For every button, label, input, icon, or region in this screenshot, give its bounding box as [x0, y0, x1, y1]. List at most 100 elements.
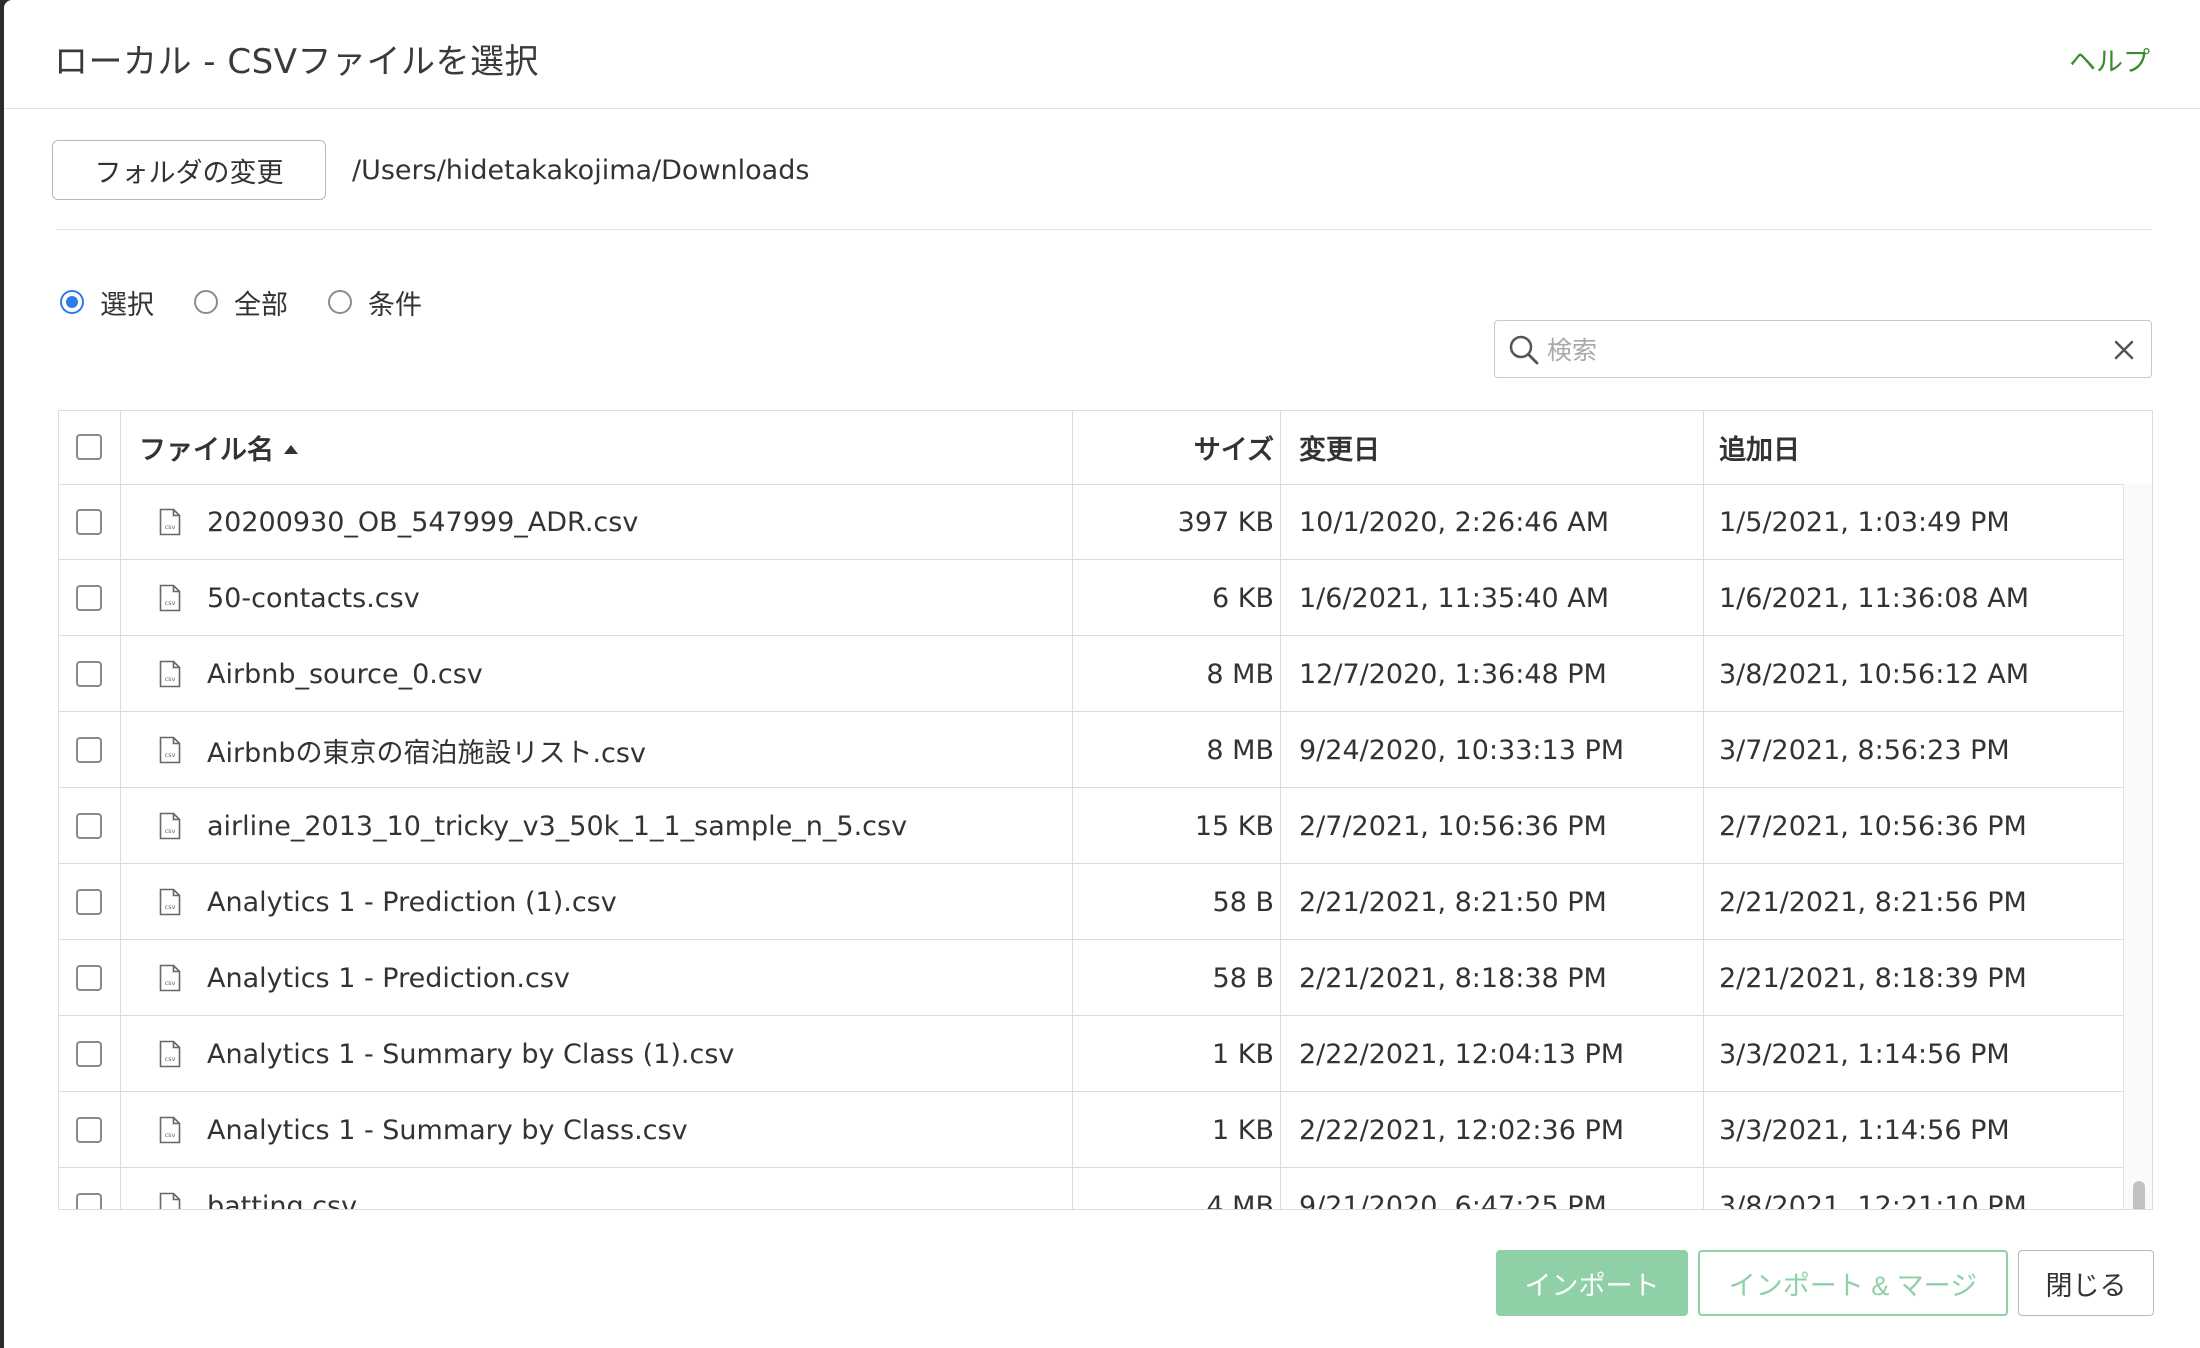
row-checkbox-cell: [76, 484, 116, 560]
svg-text:csv: csv: [165, 675, 176, 683]
radio-option-all[interactable]: 全部: [194, 283, 288, 322]
search-icon: [1509, 335, 1539, 365]
row-checkbox[interactable]: [76, 509, 102, 535]
table-row[interactable]: csv Analytics 1 - Summary by Class.csv 1…: [59, 1092, 2123, 1168]
radio-label: 選択: [100, 289, 154, 321]
table-row[interactable]: csv batting.csv 4 MB 9/21/2020, 6:47:25 …: [59, 1168, 2123, 1210]
import-button[interactable]: インポート: [1496, 1250, 1688, 1316]
table-row[interactable]: csv Analytics 1 - Prediction (1).csv 58 …: [59, 864, 2123, 940]
modified-date: 1/6/2021, 11:35:40 AM: [1299, 582, 1610, 614]
file-size: 1 KB: [1212, 1114, 1274, 1146]
row-checkbox[interactable]: [76, 661, 102, 687]
csv-file-icon: csv: [159, 964, 181, 992]
file-name: Analytics 1 - Summary by Class (1).csv: [207, 1038, 735, 1070]
radio-label: 条件: [368, 289, 422, 321]
table-row[interactable]: csv Analytics 1 - Summary by Class (1).c…: [59, 1016, 2123, 1092]
table-row[interactable]: csv airline_2013_10_tricky_v3_50k_1_1_sa…: [59, 788, 2123, 864]
file-name: Analytics 1 - Summary by Class.csv: [207, 1114, 688, 1146]
svg-text:csv: csv: [165, 827, 176, 835]
column-header-name[interactable]: ファイル名: [139, 411, 999, 483]
column-header-size[interactable]: サイズ: [1074, 411, 1274, 483]
table-row[interactable]: csv 50-contacts.csv 6 KB 1/6/2021, 11:35…: [59, 560, 2123, 636]
row-checkbox[interactable]: [76, 1041, 102, 1067]
column-divider: [1072, 411, 1073, 1209]
row-checkbox-cell: [76, 788, 116, 864]
svg-text:csv: csv: [165, 1207, 176, 1210]
added-date: 3/7/2021, 8:56:23 PM: [1719, 734, 2010, 766]
csv-file-icon: csv: [159, 812, 181, 840]
file-name: batting.csv: [207, 1190, 358, 1210]
dialog-title: ローカル - CSVファイルを選択: [54, 42, 539, 82]
column-header-label: 追加日: [1719, 434, 1800, 466]
svg-text:csv: csv: [165, 1131, 176, 1139]
table-row[interactable]: csv Airbnb_source_0.csv 8 MB 12/7/2020, …: [59, 636, 2123, 712]
csv-file-icon: csv: [159, 1040, 181, 1068]
file-name-cell: csv airline_2013_10_tricky_v3_50k_1_1_sa…: [139, 788, 999, 864]
column-header-modified[interactable]: 変更日: [1299, 411, 1699, 483]
row-checkbox[interactable]: [76, 965, 102, 991]
row-checkbox[interactable]: [76, 1193, 102, 1209]
table-row[interactable]: csv Airbnbの東京の宿泊施設リスト.csv 8 MB 9/24/2020…: [59, 712, 2123, 788]
select-all-checkbox[interactable]: [76, 434, 102, 460]
file-name-cell: csv Airbnb_source_0.csv: [139, 636, 999, 712]
table-body: csv 20200930_OB_547999_ADR.csv 397 KB 10…: [59, 484, 2123, 1210]
header-checkbox-cell: [76, 411, 116, 483]
file-name-cell: csv 20200930_OB_547999_ADR.csv: [139, 484, 999, 560]
row-checkbox[interactable]: [76, 889, 102, 915]
table-row[interactable]: csv Analytics 1 - Prediction.csv 58 B 2/…: [59, 940, 2123, 1016]
radio-option-select[interactable]: 選択: [60, 283, 154, 322]
csv-file-icon: csv: [159, 584, 181, 612]
modified-date: 9/21/2020, 6:47:25 PM: [1299, 1190, 1607, 1210]
file-name: Airbnb_source_0.csv: [207, 658, 483, 690]
csv-file-icon: csv: [159, 1192, 181, 1210]
file-size: 58 B: [1212, 886, 1274, 918]
svg-text:csv: csv: [165, 1055, 176, 1063]
file-name-cell: csv Analytics 1 - Prediction.csv: [139, 940, 999, 1016]
clear-icon[interactable]: [2111, 337, 2137, 363]
radio-button[interactable]: [60, 290, 84, 314]
file-name-cell: csv Analytics 1 - Prediction (1).csv: [139, 864, 999, 940]
modified-date: 2/22/2021, 12:04:13 PM: [1299, 1038, 1625, 1070]
file-name: Analytics 1 - Prediction.csv: [207, 962, 570, 994]
modified-date: 2/7/2021, 10:56:36 PM: [1299, 810, 1607, 842]
file-size: 8 MB: [1206, 658, 1274, 690]
row-checkbox[interactable]: [76, 737, 102, 763]
svg-text:csv: csv: [165, 979, 176, 987]
modified-date: 2/21/2021, 8:18:38 PM: [1299, 962, 1607, 994]
row-checkbox-cell: [76, 940, 116, 1016]
table-scrollbar[interactable]: [2123, 484, 2152, 1209]
import-merge-button[interactable]: インポート & マージ: [1698, 1250, 2008, 1316]
modified-date: 2/22/2021, 12:02:36 PM: [1299, 1114, 1625, 1146]
scrollbar-thumb[interactable]: [2133, 1181, 2145, 1209]
file-size: 58 B: [1212, 962, 1274, 994]
file-name-cell: csv Analytics 1 - Summary by Class (1).c…: [139, 1016, 999, 1092]
file-size: 8 MB: [1206, 734, 1274, 766]
radio-option-condition[interactable]: 条件: [328, 283, 422, 322]
radio-button[interactable]: [194, 290, 218, 314]
radio-button[interactable]: [328, 290, 352, 314]
table-row[interactable]: csv 20200930_OB_547999_ADR.csv 397 KB 10…: [59, 484, 2123, 560]
csv-file-icon: csv: [159, 508, 181, 536]
row-checkbox[interactable]: [76, 813, 102, 839]
search-input[interactable]: [1545, 329, 2089, 371]
close-button[interactable]: 閉じる: [2018, 1250, 2154, 1316]
column-header-added[interactable]: 追加日: [1719, 411, 2119, 483]
added-date: 1/6/2021, 11:36:08 AM: [1719, 582, 2030, 614]
column-header-label: 変更日: [1299, 434, 1380, 466]
row-checkbox-cell: [76, 1092, 116, 1168]
row-checkbox[interactable]: [76, 1117, 102, 1143]
help-link[interactable]: ヘルプ: [2069, 40, 2150, 79]
file-size: 4 MB: [1206, 1190, 1274, 1210]
file-name: 20200930_OB_547999_ADR.csv: [207, 506, 639, 538]
file-size: 15 KB: [1194, 810, 1274, 842]
file-size: 397 KB: [1177, 506, 1274, 538]
row-checkbox[interactable]: [76, 585, 102, 611]
file-name: 50-contacts.csv: [207, 582, 420, 614]
row-checkbox-cell: [76, 1168, 116, 1209]
column-divider: [1280, 411, 1281, 1209]
file-name: Analytics 1 - Prediction (1).csv: [207, 886, 617, 918]
search-box: [1494, 320, 2152, 378]
modified-date: 10/1/2020, 2:26:46 AM: [1299, 506, 1610, 538]
change-folder-button[interactable]: フォルダの変更: [52, 140, 326, 200]
file-name-cell: csv Analytics 1 - Summary by Class.csv: [139, 1092, 999, 1168]
